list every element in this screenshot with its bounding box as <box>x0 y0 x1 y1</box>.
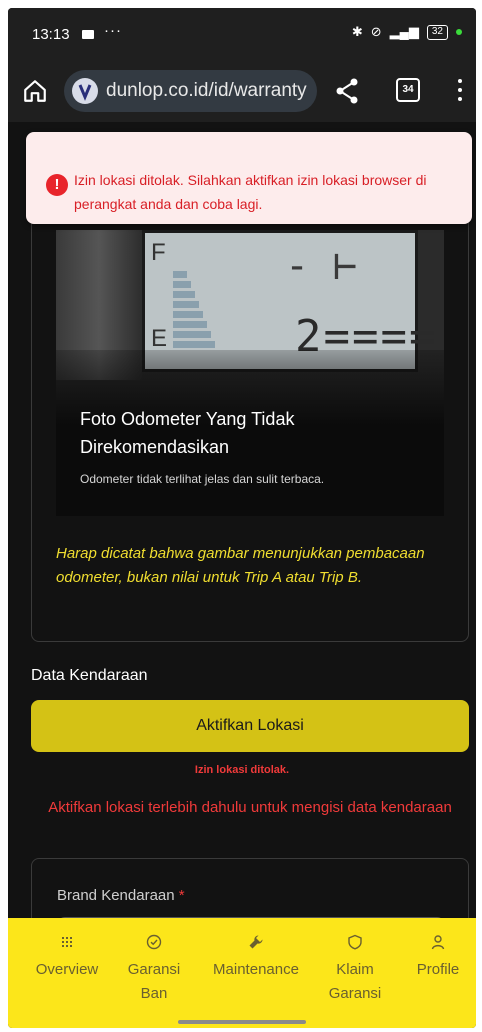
status-more: ··· <box>104 22 122 39</box>
status-bar: 13:13 ··· ✱ ⊘ ▂▄▆ 32 <box>8 8 476 60</box>
nav-label: Garansi Ban <box>127 961 181 1002</box>
url-text: dunlop.co.id/id/warranty <box>106 80 307 101</box>
odometer-example-title: Foto Odometer Yang Tidak Direkomendasika… <box>80 409 295 457</box>
phone-screen: 13:13 ··· ✱ ⊘ ▂▄▆ 32 dunlop.co.id/id/war… <box>8 8 476 1028</box>
nav-garansi-ban[interactable]: Garansi Ban <box>118 934 190 1006</box>
bluetooth-icon: ✱ <box>351 24 363 39</box>
privacy-indicator-icon <box>456 29 462 35</box>
enable-location-button[interactable]: Aktifkan Lokasi <box>31 700 469 752</box>
home-icon[interactable] <box>22 78 48 104</box>
vehicle-form-card: Brand Kendaraan * <box>31 858 469 918</box>
nav-profile[interactable]: Profile <box>408 934 468 982</box>
tab-switcher-button[interactable]: 34 <box>396 78 420 102</box>
address-bar[interactable]: dunlop.co.id/id/warranty <box>64 70 317 112</box>
wrench-icon <box>249 935 263 949</box>
gesture-bar[interactable] <box>178 1020 306 1024</box>
user-icon <box>431 935 445 950</box>
odometer-example-subtitle: Odometer tidak terlihat jelas dan sulit … <box>80 472 325 486</box>
nav-label: Klaim Garansi <box>328 961 382 1002</box>
nav-label: Maintenance <box>213 961 299 978</box>
camera-recording-icon <box>82 30 94 39</box>
enable-location-instruction: Aktifkan lokasi terlebih dahulu untuk me… <box>48 799 452 816</box>
site-info-icon[interactable] <box>72 78 98 104</box>
browser-toolbar: dunlop.co.id/id/warranty 34 <box>8 60 476 122</box>
location-denied-error: Izin lokasi ditolak. <box>194 764 290 776</box>
signal-icon: ▂▄▆ <box>389 24 419 39</box>
battery-icon: 32 <box>426 24 448 40</box>
page-content: F E - ⊢ 2====! Foto Odometer Yang Tidak … <box>8 122 476 918</box>
fuel-gauge-bars <box>173 271 215 351</box>
error-icon: ! <box>46 174 68 196</box>
grid-icon <box>62 937 72 947</box>
nav-klaim-garansi[interactable]: Klaim Garansi <box>320 934 390 1006</box>
bottom-navigation: Overview Garansi Ban Maintenance Klaim G… <box>8 918 476 1028</box>
shield-icon <box>348 934 362 950</box>
error-toast: ! Izin lokasi ditolak. Silahkan aktifkan… <box>26 132 472 224</box>
status-icons: ✱ ⊘ ▂▄▆ 32 <box>352 24 462 40</box>
share-icon[interactable] <box>334 77 360 105</box>
status-time: 13:13 <box>32 26 70 43</box>
odometer-note: Harap dicatat bahwa gambar menunjukkan p… <box>56 545 425 586</box>
section-title-vehicle: Data Kendaraan <box>31 667 148 684</box>
odometer-example-image: F E - ⊢ 2====! Foto Odometer Yang Tidak … <box>56 230 444 516</box>
brand-field-label: Brand Kendaraan * <box>57 887 185 904</box>
required-mark: * <box>178 887 185 904</box>
nav-label: Overview <box>35 961 99 978</box>
nav-label: Profile <box>416 961 460 978</box>
toast-message: Izin lokasi ditolak. Silahkan aktifkan i… <box>74 172 427 212</box>
nav-overview[interactable]: Overview <box>28 934 106 982</box>
more-menu-icon[interactable] <box>456 79 464 105</box>
check-circle-icon <box>146 934 162 950</box>
nav-maintenance[interactable]: Maintenance <box>200 934 312 982</box>
vibrate-icon: ⊘ <box>370 24 382 39</box>
